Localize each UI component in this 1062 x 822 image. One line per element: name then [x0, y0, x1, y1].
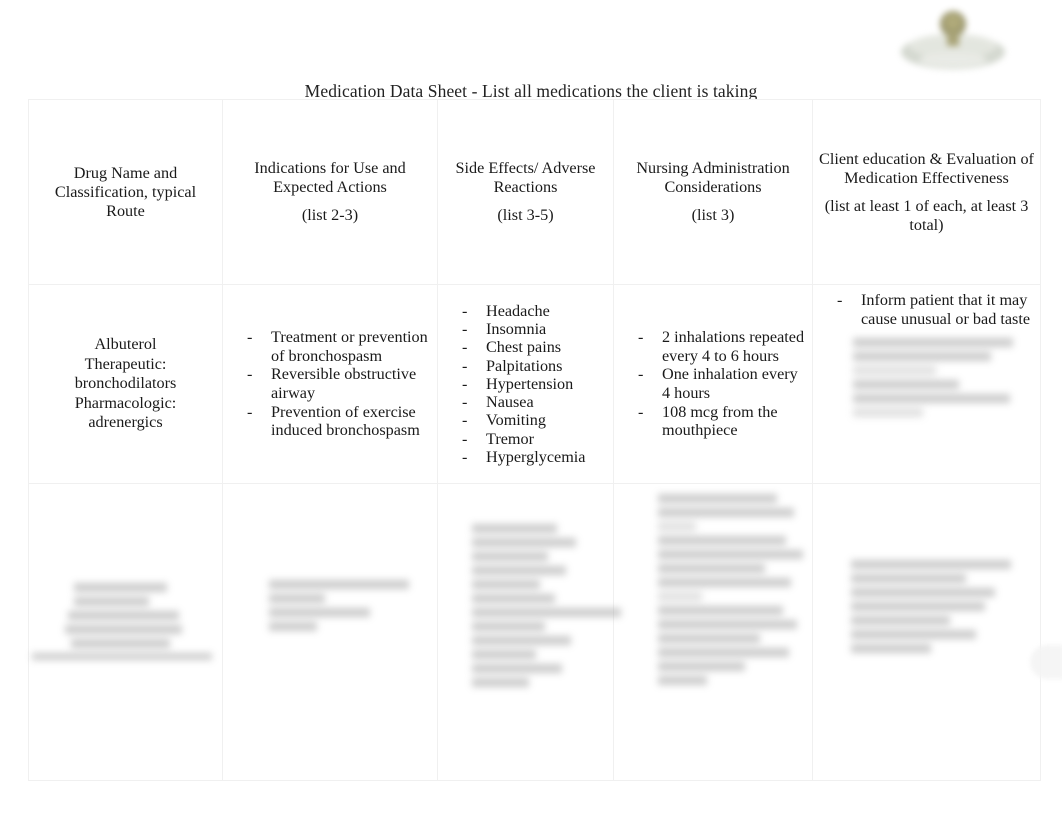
- column-header-client-education-sub: (list at least 1 of each, at least 3 tot…: [824, 196, 1029, 234]
- list-item: Prevention of exercise induced bronchosp…: [239, 403, 431, 440]
- redacted-text-block: [269, 580, 409, 631]
- drug-name-line: Albuterol: [94, 335, 157, 354]
- drug-name-line: Pharmacologic:: [74, 393, 177, 412]
- redacted-text-block: [472, 524, 621, 687]
- cell-side-effects: Headache Insomnia Chest pains Palpitatio…: [437, 284, 614, 484]
- list-item: Chest pains: [454, 338, 607, 357]
- cell-side-effects-redacted: [437, 483, 621, 781]
- institution-logo: [897, 2, 1009, 82]
- drug-name-line: Therapeutic:: [84, 354, 167, 373]
- indications-list: Treatment or prevention of bronchospasm …: [229, 328, 431, 440]
- column-header-drug-name: Drug Name and Classification, typical Ro…: [28, 99, 223, 285]
- column-header-indications: Indications for Use and Expected Actions…: [222, 99, 438, 285]
- list-item: Reversible obstructive airway: [239, 365, 431, 402]
- column-header-nursing-considerations: Nursing Administration Considerations (l…: [613, 99, 813, 285]
- list-item: Insomnia: [454, 320, 607, 339]
- cell-client-education-redacted: [812, 483, 1041, 781]
- column-header-nursing-considerations-label: Nursing Administration Considerations: [636, 159, 790, 196]
- list-item: Treatment or prevention of bronchospasm: [239, 328, 431, 365]
- column-header-side-effects: Side Effects/ Adverse Reactions (list 3-…: [437, 99, 614, 285]
- cell-nursing-considerations: 2 inhalations repeated every 4 to 6 hour…: [613, 284, 813, 484]
- drug-name-text: Albuterol Therapeutic: bronchodilators P…: [35, 335, 216, 433]
- table-row: Albuterol Therapeutic: bronchodilators P…: [28, 284, 1041, 484]
- redacted-text-block: [32, 583, 212, 660]
- client-education-list: Inform patient that it may cause unusual…: [819, 291, 1034, 328]
- table-row: [28, 483, 1041, 781]
- cell-drug-name: Albuterol Therapeutic: bronchodilators P…: [28, 284, 223, 484]
- cell-indications-redacted: [222, 483, 438, 781]
- list-item: 108 mcg from the mouthpiece: [630, 403, 806, 440]
- list-item: Headache: [454, 302, 607, 321]
- column-header-side-effects-label: Side Effects/ Adverse Reactions: [455, 159, 596, 196]
- cell-client-education: Inform patient that it may cause unusual…: [812, 284, 1041, 484]
- column-header-drug-name-label: Drug Name and Classification, typical Ro…: [54, 163, 197, 220]
- drug-name-line: bronchodilators: [74, 374, 177, 393]
- drug-name-line: adrenergics: [88, 413, 163, 432]
- nursing-considerations-list: 2 inhalations repeated every 4 to 6 hour…: [620, 328, 806, 440]
- column-header-client-education: Client education & Evaluation of Medicat…: [812, 99, 1041, 285]
- list-item: Nausea: [454, 393, 607, 412]
- list-item: Tremor: [454, 430, 607, 449]
- redacted-text-block: [851, 560, 1011, 653]
- column-header-client-education-label: Client education & Evaluation of Medicat…: [819, 149, 1034, 187]
- list-item: 2 inhalations repeated every 4 to 6 hour…: [630, 328, 806, 365]
- redacted-text-block: [853, 338, 1013, 418]
- table-header-row: Drug Name and Classification, typical Ro…: [28, 99, 1041, 285]
- page-edge-curl: [1030, 645, 1062, 679]
- list-item: Vomiting: [454, 411, 607, 430]
- list-item: Hyperglycemia: [454, 448, 607, 467]
- list-item: Palpitations: [454, 357, 607, 376]
- column-header-indications-sub: (list 2-3): [301, 206, 359, 224]
- cell-nursing-considerations-redacted: [613, 483, 813, 781]
- column-header-indications-label: Indications for Use and Expected Actions: [254, 159, 406, 196]
- list-item: One inhalation every 4 hours: [630, 365, 806, 402]
- list-item: Inform patient that it may cause unusual…: [829, 291, 1034, 328]
- column-header-nursing-considerations-sub: (list 3): [691, 206, 735, 224]
- cell-indications: Treatment or prevention of bronchospasm …: [222, 284, 438, 484]
- medication-data-sheet-table: Drug Name and Classification, typical Ro…: [28, 99, 1041, 781]
- side-effects-list: Headache Insomnia Chest pains Palpitatio…: [444, 302, 607, 467]
- column-header-side-effects-sub: (list 3-5): [497, 206, 554, 224]
- redacted-text-block: [658, 494, 803, 685]
- list-item: Hypertension: [454, 375, 607, 394]
- cell-drug-name-redacted: [28, 483, 223, 781]
